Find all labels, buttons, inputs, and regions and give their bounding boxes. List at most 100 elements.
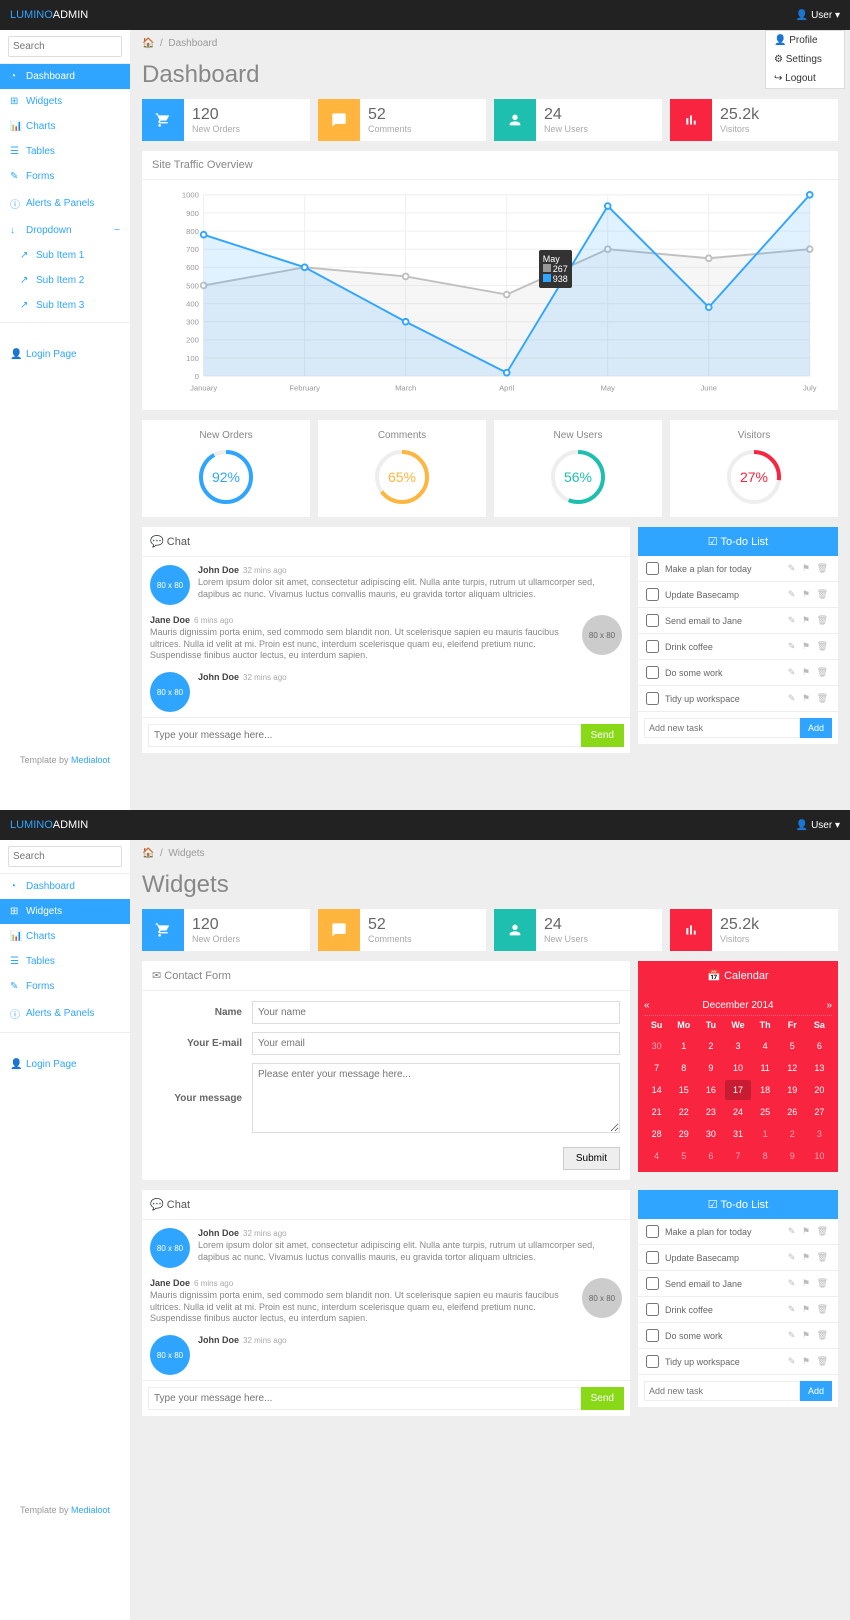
- cal-day[interactable]: 2: [698, 1036, 723, 1056]
- nav-tables[interactable]: ☰Tables: [0, 949, 130, 974]
- flag-icon[interactable]: ⚑: [802, 1330, 812, 1340]
- nav-alerts[interactable]: ⓘAlerts & Panels: [0, 189, 130, 218]
- edit-icon[interactable]: ✎: [788, 1330, 798, 1340]
- trash-icon[interactable]: 🗑: [817, 1252, 830, 1262]
- cal-day[interactable]: 2: [780, 1124, 805, 1144]
- todo-checkbox[interactable]: [646, 562, 659, 575]
- name-input[interactable]: [252, 1001, 620, 1024]
- edit-icon[interactable]: ✎: [788, 1278, 798, 1288]
- edit-icon[interactable]: ✎: [788, 667, 798, 677]
- todo-checkbox[interactable]: [646, 1329, 659, 1342]
- flag-icon[interactable]: ⚑: [802, 1226, 812, 1236]
- cal-day[interactable]: 22: [671, 1102, 696, 1122]
- nav-tables[interactable]: ☰Tables: [0, 139, 130, 164]
- cal-day[interactable]: 1: [671, 1036, 696, 1056]
- flag-icon[interactable]: ⚑: [802, 1304, 812, 1314]
- flag-icon[interactable]: ⚑: [802, 1356, 812, 1366]
- nav-widgets[interactable]: ⊞Widgets: [0, 89, 130, 114]
- dropdown-profile[interactable]: 👤 Profile: [766, 31, 844, 50]
- cal-day[interactable]: 11: [753, 1058, 778, 1078]
- edit-icon[interactable]: ✎: [788, 1304, 798, 1314]
- send-button[interactable]: Send: [581, 1387, 624, 1410]
- cal-day[interactable]: 9: [698, 1058, 723, 1078]
- cal-day[interactable]: 20: [807, 1080, 832, 1100]
- nav-charts[interactable]: 📊Charts: [0, 114, 130, 139]
- flag-icon[interactable]: ⚑: [802, 589, 812, 599]
- todo-add-input[interactable]: [644, 1381, 800, 1401]
- user-menu-toggle[interactable]: 👤 User ▾: [796, 820, 840, 831]
- trash-icon[interactable]: 🗑: [817, 615, 830, 625]
- cal-day[interactable]: 6: [698, 1146, 723, 1166]
- cal-day[interactable]: 3: [725, 1036, 750, 1056]
- dropdown-settings[interactable]: ⚙ Settings: [766, 50, 844, 69]
- chat-input[interactable]: [148, 724, 581, 747]
- cal-day[interactable]: 19: [780, 1080, 805, 1100]
- send-button[interactable]: Send: [581, 724, 624, 747]
- cal-day[interactable]: 29: [671, 1124, 696, 1144]
- cal-day[interactable]: 1: [753, 1124, 778, 1144]
- trash-icon[interactable]: 🗑: [817, 641, 830, 651]
- todo-checkbox[interactable]: [646, 1225, 659, 1238]
- footer-link[interactable]: Medialoot: [71, 1505, 110, 1515]
- cal-day[interactable]: 7: [725, 1146, 750, 1166]
- edit-icon[interactable]: ✎: [788, 1252, 798, 1262]
- chat-scroll[interactable]: 80 x 80 John Doe32 mins agoLorem ipsum d…: [142, 1220, 630, 1380]
- cal-day[interactable]: 10: [807, 1146, 832, 1166]
- cal-day[interactable]: 30: [698, 1124, 723, 1144]
- nav-dashboard[interactable]: ◔Dashboard: [0, 64, 130, 89]
- cal-next[interactable]: »: [826, 1000, 832, 1011]
- flag-icon[interactable]: ⚑: [802, 667, 812, 677]
- dropdown-logout[interactable]: ↪ Logout: [766, 69, 844, 88]
- trash-icon[interactable]: 🗑: [817, 1226, 830, 1236]
- home-icon[interactable]: 🏠: [142, 38, 154, 49]
- search-input[interactable]: [8, 846, 122, 867]
- nav-sub2[interactable]: ↗Sub Item 2: [0, 268, 130, 293]
- trash-icon[interactable]: 🗑: [817, 589, 830, 599]
- cal-day[interactable]: 14: [644, 1080, 669, 1100]
- todo-checkbox[interactable]: [646, 1277, 659, 1290]
- cal-day[interactable]: 8: [753, 1146, 778, 1166]
- edit-icon[interactable]: ✎: [788, 693, 798, 703]
- edit-icon[interactable]: ✎: [788, 1226, 798, 1236]
- footer-link[interactable]: Medialoot: [71, 755, 110, 765]
- flag-icon[interactable]: ⚑: [802, 563, 812, 573]
- trash-icon[interactable]: 🗑: [817, 1356, 830, 1366]
- todo-checkbox[interactable]: [646, 1303, 659, 1316]
- message-textarea[interactable]: [252, 1063, 620, 1133]
- user-menu-toggle[interactable]: 👤 User ▾: [796, 10, 840, 21]
- nav-dashboard[interactable]: ◔Dashboard: [0, 874, 130, 899]
- edit-icon[interactable]: ✎: [788, 615, 798, 625]
- cal-prev[interactable]: «: [644, 1000, 650, 1011]
- cal-day[interactable]: 4: [644, 1146, 669, 1166]
- todo-checkbox[interactable]: [646, 614, 659, 627]
- cal-day[interactable]: 17: [725, 1080, 750, 1100]
- cal-day[interactable]: 10: [725, 1058, 750, 1078]
- flag-icon[interactable]: ⚑: [802, 641, 812, 651]
- nav-sub3[interactable]: ↗Sub Item 3: [0, 293, 130, 318]
- flag-icon[interactable]: ⚑: [802, 1278, 812, 1288]
- trash-icon[interactable]: 🗑: [817, 1330, 830, 1340]
- chat-scroll[interactable]: 80 x 80 John Doe32 mins agoLorem ipsum d…: [142, 557, 630, 717]
- cal-day[interactable]: 27: [807, 1102, 832, 1122]
- nav-charts[interactable]: 📊Charts: [0, 924, 130, 949]
- cal-day[interactable]: 25: [753, 1102, 778, 1122]
- todo-checkbox[interactable]: [646, 1355, 659, 1368]
- nav-forms[interactable]: ✎Forms: [0, 974, 130, 999]
- cal-day[interactable]: 8: [671, 1058, 696, 1078]
- flag-icon[interactable]: ⚑: [802, 615, 812, 625]
- cal-day[interactable]: 5: [780, 1036, 805, 1056]
- todo-checkbox[interactable]: [646, 640, 659, 653]
- trash-icon[interactable]: 🗑: [817, 1278, 830, 1288]
- brand-logo[interactable]: LUMINOADMIN: [10, 9, 88, 21]
- cal-day[interactable]: 26: [780, 1102, 805, 1122]
- cal-day[interactable]: 7: [644, 1058, 669, 1078]
- edit-icon[interactable]: ✎: [788, 589, 798, 599]
- trash-icon[interactable]: 🗑: [817, 693, 830, 703]
- todo-checkbox[interactable]: [646, 666, 659, 679]
- nav-forms[interactable]: ✎Forms: [0, 164, 130, 189]
- cal-day[interactable]: 23: [698, 1102, 723, 1122]
- cal-day[interactable]: 28: [644, 1124, 669, 1144]
- nav-sub1[interactable]: ↗Sub Item 1: [0, 243, 130, 268]
- cal-day[interactable]: 18: [753, 1080, 778, 1100]
- chat-input[interactable]: [148, 1387, 581, 1410]
